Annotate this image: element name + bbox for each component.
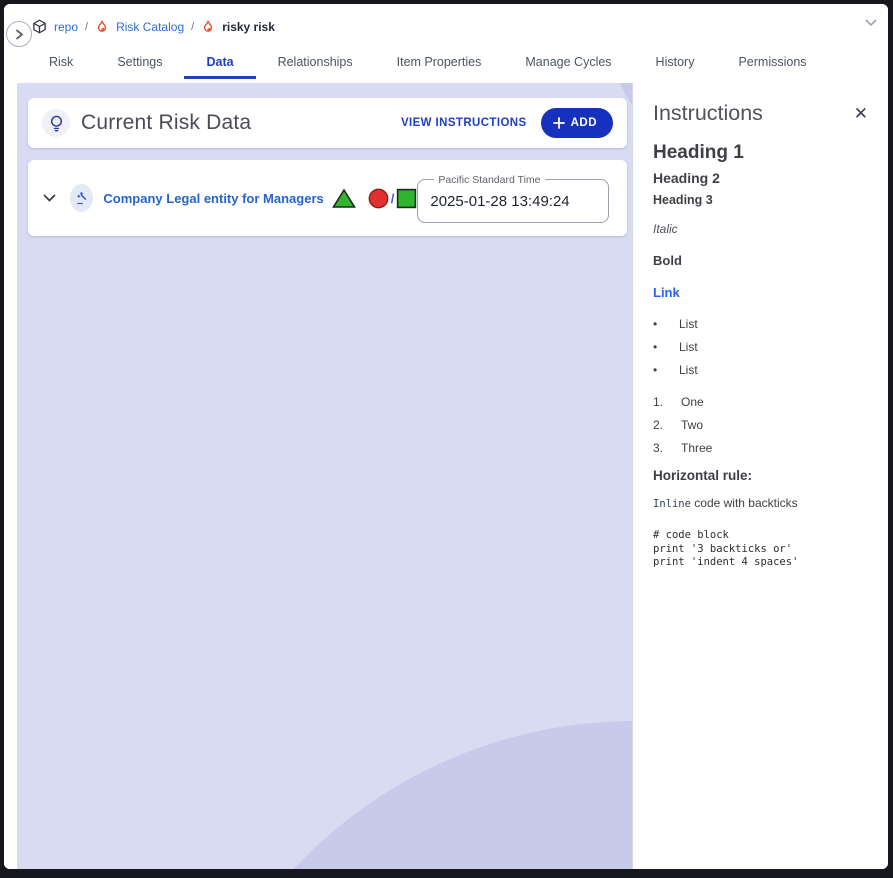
md-code-block: # code block print '3 backticks or' prin… [653, 529, 872, 570]
list-item-label: List [679, 363, 698, 377]
decorative-shape [167, 721, 632, 869]
number-marker: 3. [653, 441, 681, 455]
page-title: Current Risk Data [81, 111, 251, 135]
list-item-label: Two [681, 418, 703, 432]
bullet-marker: • [653, 363, 679, 377]
breadcrumb: repo / Risk Catalog / risky risk [32, 19, 275, 34]
list-item-label: One [681, 395, 704, 409]
sidebar-expand-button[interactable] [6, 21, 32, 47]
md-numbered-list: 1. One 2. Two 3. Three [653, 395, 872, 455]
tab-item-properties[interactable]: Item Properties [375, 49, 504, 79]
lightbulb-icon [42, 109, 70, 137]
add-button-label: ADD [571, 117, 597, 129]
tab-history[interactable]: History [634, 49, 717, 79]
list-item: 3. Three [653, 441, 872, 455]
list-item: • List [653, 340, 872, 354]
tab-manage-cycles[interactable]: Manage Cycles [503, 49, 633, 79]
md-horizontal-rule-label: Horizontal rule: [653, 468, 872, 483]
view-instructions-link[interactable]: VIEW INSTRUCTIONS [401, 117, 527, 129]
bullet-marker: • [653, 317, 679, 331]
md-heading3: Heading 3 [653, 193, 872, 207]
tab-bar: Risk Settings Data Relationships Item Pr… [4, 49, 888, 83]
breadcrumb-separator: / [85, 21, 88, 33]
package-icon [32, 19, 47, 34]
shape-separator: / [391, 191, 395, 206]
breadcrumb-current-item: risky risk [222, 20, 275, 34]
tab-relationships[interactable]: Relationships [256, 49, 375, 79]
window-frame: repo / Risk Catalog / risky risk [0, 0, 893, 878]
content-area: Current Risk Data VIEW INSTRUCTIONS ADD [4, 83, 888, 869]
flame-icon [95, 19, 109, 34]
green-triangle-icon [332, 188, 356, 209]
breadcrumb-repo-link[interactable]: repo [54, 20, 78, 34]
md-heading1: Heading 1 [653, 142, 872, 164]
breadcrumb-risk-catalog-link[interactable]: Risk Catalog [116, 20, 184, 34]
inline-code-rest: code with backticks [691, 496, 798, 510]
list-item: 2. Two [653, 418, 872, 432]
risk-data-row: Company Legal entity for Managers / Paci… [28, 160, 627, 236]
md-bold-sample: Bold [653, 253, 872, 268]
tab-settings[interactable]: Settings [95, 49, 184, 79]
expand-chevron-icon[interactable] [40, 187, 58, 209]
bullet-marker: • [653, 340, 679, 354]
timestamp-input[interactable] [430, 193, 596, 210]
instructions-title: Instructions [653, 101, 763, 126]
list-item: • List [653, 317, 872, 331]
list-item: 1. One [653, 395, 872, 409]
md-italic-sample: Italic [653, 222, 872, 236]
entity-link[interactable]: Company Legal entity for Managers [103, 191, 323, 206]
risk-data-panel: Current Risk Data VIEW INSTRUCTIONS ADD [17, 83, 632, 869]
md-inline-code-line: Inline code with backticks [653, 496, 872, 510]
tab-risk[interactable]: Risk [27, 49, 95, 79]
chevron-down-icon[interactable] [864, 18, 878, 27]
list-item-label: List [679, 340, 698, 354]
breadcrumb-separator: / [191, 21, 194, 33]
number-marker: 1. [653, 395, 681, 409]
list-item-label: List [679, 317, 698, 331]
inline-code: Inline [653, 498, 691, 510]
list-item-label: Three [681, 441, 712, 455]
number-marker: 2. [653, 418, 681, 432]
list-item: • List [653, 363, 872, 377]
breadcrumb-bar: repo / Risk Catalog / risky risk [4, 4, 888, 49]
flame-icon [201, 19, 215, 34]
add-button[interactable]: ADD [541, 108, 613, 138]
left-gutter [4, 83, 17, 869]
timezone-label: Pacific Standard Time [434, 174, 544, 186]
red-circle-icon [368, 188, 389, 209]
tab-permissions[interactable]: Permissions [716, 49, 828, 79]
close-icon[interactable]: ✕ [850, 101, 872, 126]
tab-data[interactable]: Data [184, 49, 255, 79]
green-square-icon [396, 188, 417, 209]
md-heading2: Heading 2 [653, 170, 872, 186]
current-risk-data-card: Current Risk Data VIEW INSTRUCTIONS ADD [28, 98, 627, 148]
plus-icon [553, 117, 565, 129]
md-bullet-list: • List • List • List [653, 317, 872, 377]
timestamp-field: Pacific Standard Time [417, 174, 609, 223]
gavel-icon [70, 184, 93, 212]
app-window: repo / Risk Catalog / risky risk [4, 4, 888, 869]
md-link-sample[interactable]: Link [653, 285, 680, 300]
instructions-panel: Instructions ✕ Heading 1 Heading 2 Headi… [632, 83, 888, 869]
